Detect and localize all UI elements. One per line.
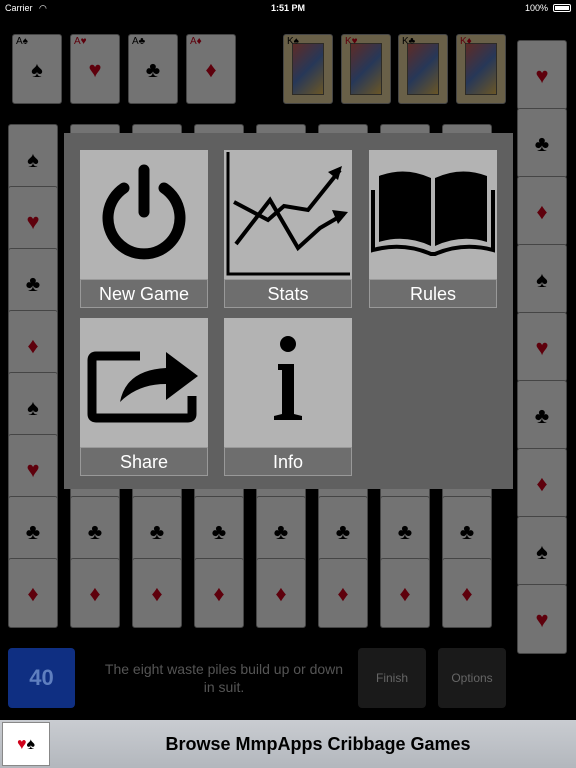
status-time: 1:51 PM [270, 3, 305, 13]
rules-label: Rules [369, 279, 497, 308]
new-game-button[interactable]: New Game [80, 150, 208, 308]
power-icon [102, 164, 186, 260]
share-button[interactable]: Share [80, 318, 208, 476]
finish-button[interactable]: Finish [358, 648, 426, 708]
book-icon [371, 171, 495, 256]
cribbage-cards-icon: ♥♠ [2, 722, 50, 766]
hint-text: The eight waste piles build up or down i… [104, 661, 344, 695]
ad-banner[interactable]: ♥♠ Browse MmpApps Cribbage Games [0, 720, 576, 768]
info-label: Info [224, 447, 352, 476]
rules-button[interactable]: Rules [369, 150, 497, 308]
share-label: Share [80, 447, 208, 476]
stats-label: Stats [224, 279, 352, 308]
main-menu: New Game Stats Rules Share Info [64, 133, 513, 489]
banner-text: Browse MmpApps Cribbage Games [165, 734, 471, 754]
share-icon [87, 351, 198, 423]
bottom-bar: 40 The eight waste piles build up or dow… [0, 640, 576, 720]
score-display: 40 [8, 648, 75, 708]
info-button[interactable]: Info [224, 318, 352, 476]
stats-button[interactable]: Stats [224, 150, 352, 308]
info-icon [274, 336, 302, 420]
status-bar: Carrier ◠ 1:51 PM 100% [0, 0, 576, 16]
line-chart-icon [226, 152, 350, 276]
options-button[interactable]: Options [438, 648, 506, 708]
battery-percent: 100% [524, 3, 548, 13]
battery-icon [553, 4, 571, 12]
new-game-label: New Game [80, 279, 208, 308]
